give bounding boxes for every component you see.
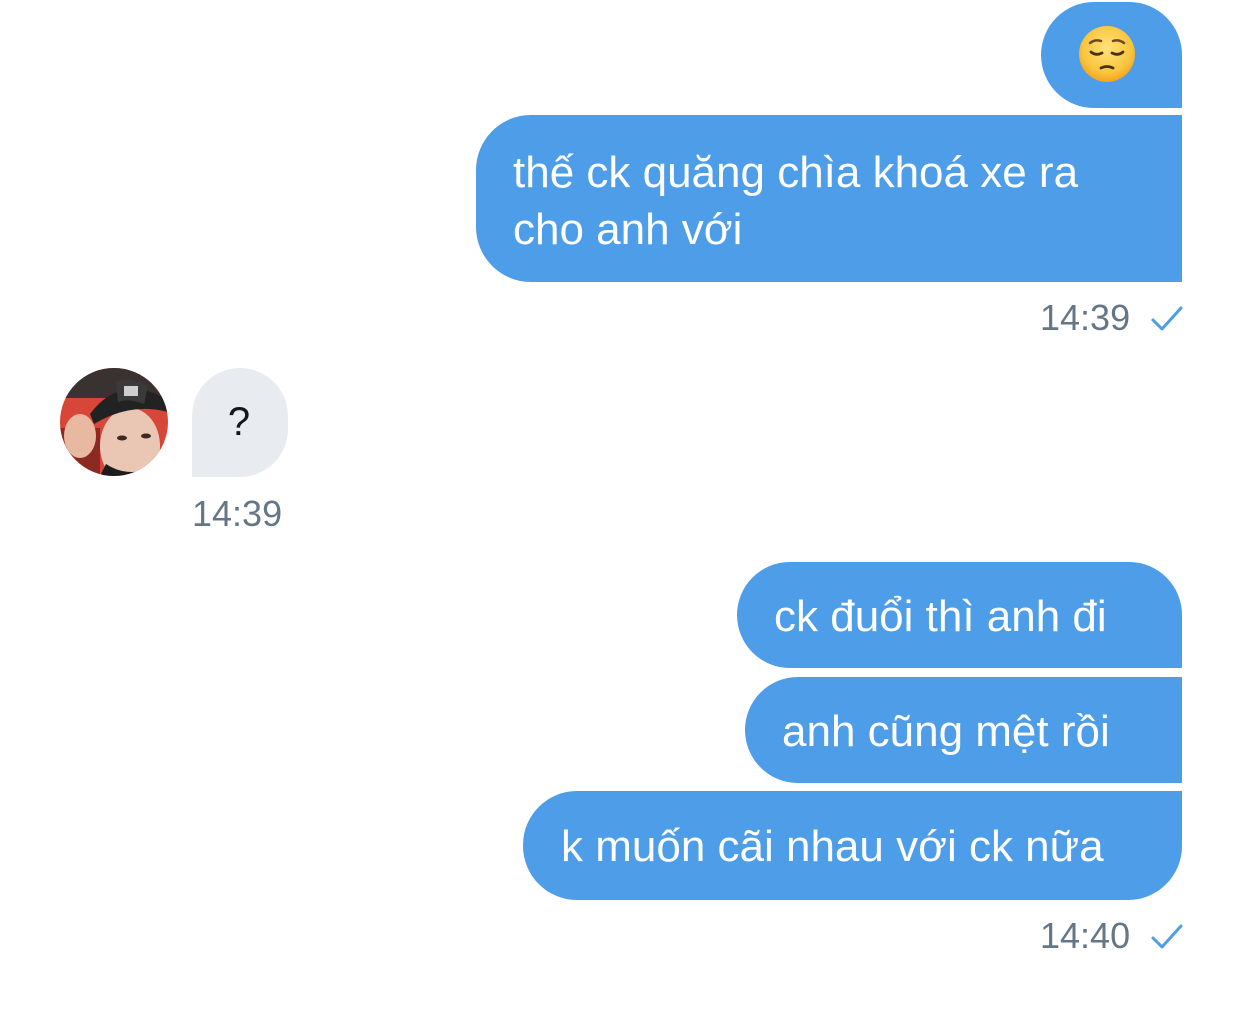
check-icon bbox=[1151, 924, 1183, 949]
outgoing-message-bubble[interactable]: k muốn cãi nhau với ck nữa bbox=[523, 791, 1182, 900]
outgoing-emoji-bubble[interactable] bbox=[1041, 2, 1182, 108]
outgoing-message-bubble[interactable]: anh cũng mệt rồi bbox=[745, 677, 1182, 783]
chat-screen: thế ck quăng chìa khoá xe ra cho anh với… bbox=[0, 0, 1242, 1025]
avatar[interactable] bbox=[60, 368, 168, 476]
message-timestamp: 14:40 bbox=[1040, 915, 1131, 956]
incoming-message-text: ? bbox=[227, 400, 251, 444]
incoming-timestamp: 14:39 bbox=[192, 493, 283, 534]
message-text: ck đuổi thì anh đi bbox=[774, 592, 1107, 641]
message-text-line-2: cho anh với bbox=[513, 205, 743, 254]
check-icon bbox=[1151, 306, 1183, 331]
avatar-photo bbox=[60, 368, 168, 476]
message-text: k muốn cãi nhau với ck nữa bbox=[561, 822, 1104, 871]
incoming-message-bubble[interactable]: ? bbox=[192, 368, 288, 477]
message-timestamp: 14:39 bbox=[1040, 297, 1131, 338]
outgoing-message-bubble[interactable]: thế ck quăng chìa khoá xe ra cho anh với bbox=[476, 115, 1182, 282]
message-text-line-1: thế ck quăng chìa khoá xe ra bbox=[513, 148, 1079, 197]
message-text: anh cũng mệt rồi bbox=[782, 707, 1110, 756]
pensive-face-emoji bbox=[1079, 26, 1135, 82]
outgoing-message-bubble[interactable]: ck đuổi thì anh đi bbox=[737, 562, 1182, 668]
